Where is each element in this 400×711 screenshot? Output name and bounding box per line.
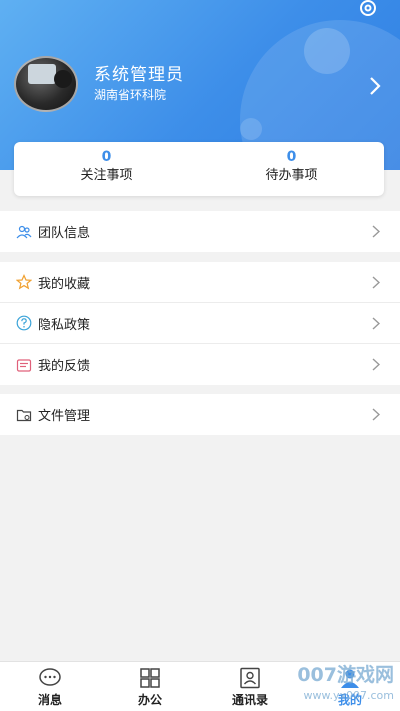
menu-item-privacy[interactable]: 隐私政策 — [0, 303, 400, 344]
tab-label: 办公 — [137, 693, 162, 707]
person-icon — [341, 669, 359, 688]
chevron-right-icon — [372, 225, 380, 238]
tab-messages[interactable]: 消息 — [0, 662, 100, 711]
grid-icon — [140, 668, 160, 688]
tab-label: 消息 — [37, 693, 62, 707]
team-icon — [16, 225, 32, 238]
question-icon — [16, 315, 32, 331]
menu-group-personal: 我的收藏 隐私政策 我的反馈 — [0, 262, 400, 385]
chevron-right-icon — [372, 358, 380, 371]
chevron-right-icon[interactable] — [368, 76, 382, 96]
chat-icon — [39, 668, 61, 686]
menu-item-favorites[interactable]: 我的收藏 — [0, 262, 400, 303]
stat-label: 关注事项 — [80, 168, 133, 183]
menu-item-label: 团队信息 — [38, 226, 91, 241]
tab-office[interactable]: 办公 — [100, 662, 200, 711]
user-name: 系统管理员 — [94, 65, 184, 85]
stat-label: 待办事项 — [265, 168, 318, 183]
tab-mine[interactable]: 我的 — [300, 662, 400, 711]
menu-item-label: 我的反馈 — [38, 359, 91, 374]
menu-item-feedback[interactable]: 我的反馈 — [0, 344, 400, 385]
decor-circle — [240, 118, 262, 140]
menu-group-team: 团队信息 — [0, 211, 400, 252]
menu-item-label: 文件管理 — [38, 409, 91, 424]
tab-contacts[interactable]: 通讯录 — [200, 662, 300, 711]
stat-count: 0 — [286, 149, 297, 165]
stat-followed[interactable]: 0 关注事项 — [14, 142, 199, 196]
feedback-icon — [16, 358, 32, 372]
menu-item-label: 隐私政策 — [38, 317, 91, 333]
gear-icon[interactable] — [356, 0, 380, 20]
tab-label: 通讯录 — [231, 693, 268, 707]
user-organization: 湖南省环科院 — [94, 88, 167, 102]
tab-label: 我的 — [337, 693, 362, 707]
star-icon — [16, 274, 32, 290]
stat-todo[interactable]: 0 待办事项 — [199, 142, 384, 196]
chevron-right-icon — [372, 408, 380, 421]
menu-item-files[interactable]: 文件管理 — [0, 394, 400, 435]
chevron-right-icon — [372, 276, 380, 289]
menu-item-team[interactable]: 团队信息 — [0, 211, 400, 252]
bottom-tab-bar: 消息 办公 通讯录 我的 — [0, 661, 400, 711]
menu-item-label: 我的收藏 — [38, 276, 91, 292]
folder-icon — [16, 409, 32, 421]
decor-circle — [304, 28, 350, 74]
chevron-right-icon — [372, 317, 380, 330]
contacts-icon — [240, 667, 260, 689]
avatar[interactable] — [14, 56, 78, 112]
stats-card: 0 关注事项 0 待办事项 — [14, 142, 384, 196]
menu-group-files: 文件管理 — [0, 394, 400, 435]
stat-count: 0 — [101, 149, 112, 165]
